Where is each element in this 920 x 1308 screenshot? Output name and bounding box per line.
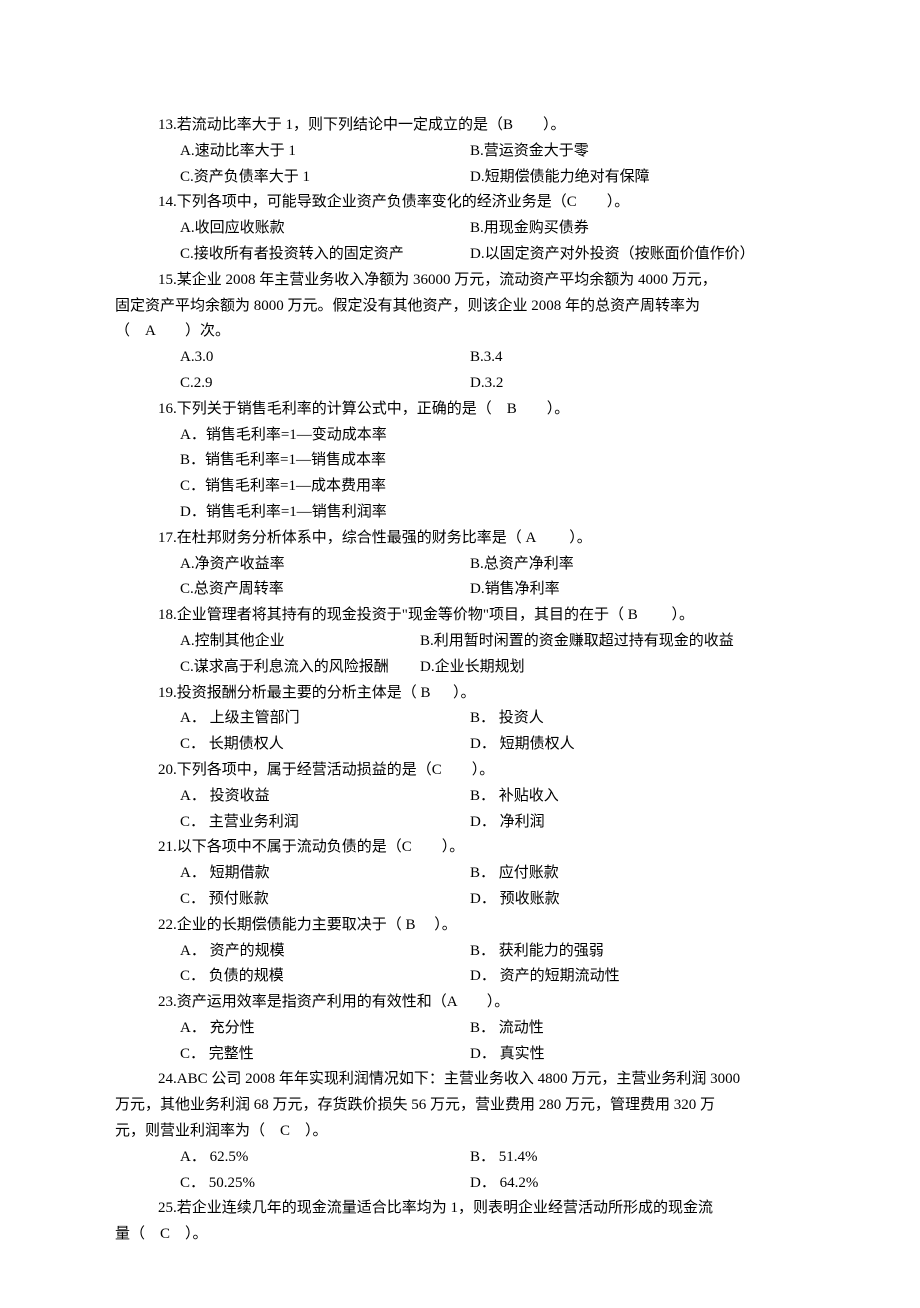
q17-opt-d: D.销售净利率 [470, 577, 560, 603]
q25-stem: 25.若企业连续几年的现金流量适合比率均为 1，则表明企业经营活动所形成的现金流 [158, 1196, 805, 1222]
q23-row1: A． 充分性 B． 流动性 [180, 1016, 805, 1042]
q17-stem: 17.在杜邦财务分析体系中，综合性最强的财务比率是（ A ）。 [158, 526, 805, 552]
q22-row1: A． 资产的规模 B． 获利能力的强弱 [180, 939, 805, 965]
q14-stem: 14.下列各项中，可能导致企业资产负债率变化的经济业务是（C ）。 [158, 190, 805, 216]
q13-opt-b: B.营运资金大于零 [470, 139, 589, 165]
q14-opt-a: A.收回应收账款 [180, 216, 470, 242]
q24-row2: C． 50.25% D． 64.2% [180, 1171, 805, 1197]
q23-opt-d: D． 真实性 [470, 1042, 545, 1068]
q17-row2: C.总资产周转率 D.销售净利率 [180, 577, 805, 603]
q19-opt-b: B． 投资人 [470, 706, 544, 732]
q22-stem: 22.企业的长期偿债能力主要取决于（ B ）。 [158, 913, 805, 939]
q15-row2: C.2.9 D.3.2 [180, 371, 805, 397]
q23-opt-c: C． 完整性 [180, 1042, 470, 1068]
q20-opt-a: A． 投资收益 [180, 784, 470, 810]
q22-opt-a: A． 资产的规模 [180, 939, 470, 965]
q21-opt-d: D． 预收账款 [470, 887, 560, 913]
q16-opt-a: A．销售毛利率=1—变动成本率 [180, 423, 805, 449]
q22-row2: C． 负债的规模 D． 资产的短期流动性 [180, 964, 805, 990]
q21-opt-b: B． 应付账款 [470, 861, 559, 887]
q18-row2: C.谋求高于利息流入的风险报酬 D.企业长期规划 [180, 655, 805, 681]
q19-row1: A． 上级主管部门 B． 投资人 [180, 706, 805, 732]
q23-stem: 23.资产运用效率是指资产利用的有效性和（A ）。 [158, 990, 805, 1016]
q15-opt-b: B.3.4 [470, 345, 503, 371]
q17-opt-a: A.净资产收益率 [180, 552, 470, 578]
q21-stem: 21.以下各项中不属于流动负债的是（C ）。 [158, 835, 805, 861]
q24-opt-c: C． 50.25% [180, 1171, 470, 1197]
document-page: 13.若流动比率大于 1，则下列结论中一定成立的是（B ）。 A.速动比率大于 … [0, 0, 920, 1308]
q22-opt-d: D． 资产的短期流动性 [470, 964, 620, 990]
q24-stem: 24.ABC 公司 2008 年年实现利润情况如下：主营业务收入 4800 万元… [158, 1067, 805, 1093]
q23-opt-a: A． 充分性 [180, 1016, 470, 1042]
q15-row1: A.3.0 B.3.4 [180, 345, 805, 371]
q16-stem: 16.下列关于销售毛利率的计算公式中，正确的是（ B ）。 [158, 397, 805, 423]
q13-row2: C.资产负债率大于 1 D.短期偿债能力绝对有保障 [180, 165, 805, 191]
q14-row2: C.接收所有者投资转入的固定资产 D.以固定资产对外投资（按账面价值作价） [180, 242, 805, 268]
q15-opt-c: C.2.9 [180, 371, 470, 397]
q20-opt-d: D． 净利润 [470, 810, 545, 836]
q14-opt-d: D.以固定资产对外投资（按账面价值作价） [470, 242, 755, 268]
q19-opt-d: D． 短期债权人 [470, 732, 575, 758]
q16-opt-b: B．销售毛利率=1—销售成本率 [180, 448, 805, 474]
q13-opt-c: C.资产负债率大于 1 [180, 165, 470, 191]
q14-row1: A.收回应收账款 B.用现金购买债券 [180, 216, 805, 242]
q18-opt-b: B.利用暂时闲置的资金赚取超过持有现金的收益 [420, 629, 734, 655]
q16-opt-d: D．销售毛利率=1—销售利润率 [180, 500, 805, 526]
q20-row2: C． 主营业务利润 D． 净利润 [180, 810, 805, 836]
q22-opt-b: B． 获利能力的强弱 [470, 939, 604, 965]
q19-row2: C． 长期债权人 D． 短期债权人 [180, 732, 805, 758]
q15-cont: 固定资产平均余额为 8000 万元。假定没有其他资产，则该企业 2008 年的总… [115, 294, 805, 346]
q19-opt-c: C． 长期债权人 [180, 732, 470, 758]
q15-opt-d: D.3.2 [470, 371, 503, 397]
q21-opt-a: A． 短期借款 [180, 861, 470, 887]
q17-row1: A.净资产收益率 B.总资产净利率 [180, 552, 805, 578]
q24-opt-a: A． 62.5% [180, 1145, 470, 1171]
q20-stem: 20.下列各项中，属于经营活动损益的是（C ）。 [158, 758, 805, 784]
q24-row1: A． 62.5% B． 51.4% [180, 1145, 805, 1171]
q15-stem: 15.某企业 2008 年主营业务收入净额为 36000 万元，流动资产平均余额… [158, 268, 805, 294]
q13-opt-a: A.速动比率大于 1 [180, 139, 470, 165]
q15-opt-a: A.3.0 [180, 345, 470, 371]
q17-opt-c: C.总资产周转率 [180, 577, 470, 603]
q25-cont: 量（ C ）。 [115, 1222, 805, 1248]
q21-row2: C． 预付账款 D． 预收账款 [180, 887, 805, 913]
q21-opt-c: C． 预付账款 [180, 887, 470, 913]
q14-opt-c: C.接收所有者投资转入的固定资产 [180, 242, 470, 268]
q18-opt-a: A.控制其他企业 [180, 629, 420, 655]
q22-opt-c: C． 负债的规模 [180, 964, 470, 990]
q18-row1: A.控制其他企业 B.利用暂时闲置的资金赚取超过持有现金的收益 [180, 629, 805, 655]
q16-opt-c: C．销售毛利率=1—成本费用率 [180, 474, 805, 500]
q24-opt-d: D． 64.2% [470, 1171, 538, 1197]
q19-stem: 19.投资报酬分析最主要的分析主体是（ B ）。 [158, 681, 805, 707]
q24-cont: 万元，其他业务利润 68 万元，存货跌价损失 56 万元，营业费用 280 万元… [115, 1093, 805, 1145]
q23-opt-b: B． 流动性 [470, 1016, 544, 1042]
q21-row1: A． 短期借款 B． 应付账款 [180, 861, 805, 887]
q23-row2: C． 完整性 D． 真实性 [180, 1042, 805, 1068]
q13-stem: 13.若流动比率大于 1，则下列结论中一定成立的是（B ）。 [158, 113, 805, 139]
q20-row1: A． 投资收益 B． 补贴收入 [180, 784, 805, 810]
q17-opt-b: B.总资产净利率 [470, 552, 574, 578]
q20-opt-b: B． 补贴收入 [470, 784, 559, 810]
q19-opt-a: A． 上级主管部门 [180, 706, 470, 732]
q20-opt-c: C． 主营业务利润 [180, 810, 470, 836]
q18-stem: 18.企业管理者将其持有的现金投资于"现金等价物"项目，其目的在于（ B ）。 [158, 603, 805, 629]
q18-opt-d: D.企业长期规划 [420, 655, 525, 681]
q24-opt-b: B． 51.4% [470, 1145, 538, 1171]
q18-opt-c: C.谋求高于利息流入的风险报酬 [180, 655, 420, 681]
q13-opt-d: D.短期偿债能力绝对有保障 [470, 165, 650, 191]
q13-row1: A.速动比率大于 1 B.营运资金大于零 [180, 139, 805, 165]
q14-opt-b: B.用现金购买债券 [470, 216, 589, 242]
